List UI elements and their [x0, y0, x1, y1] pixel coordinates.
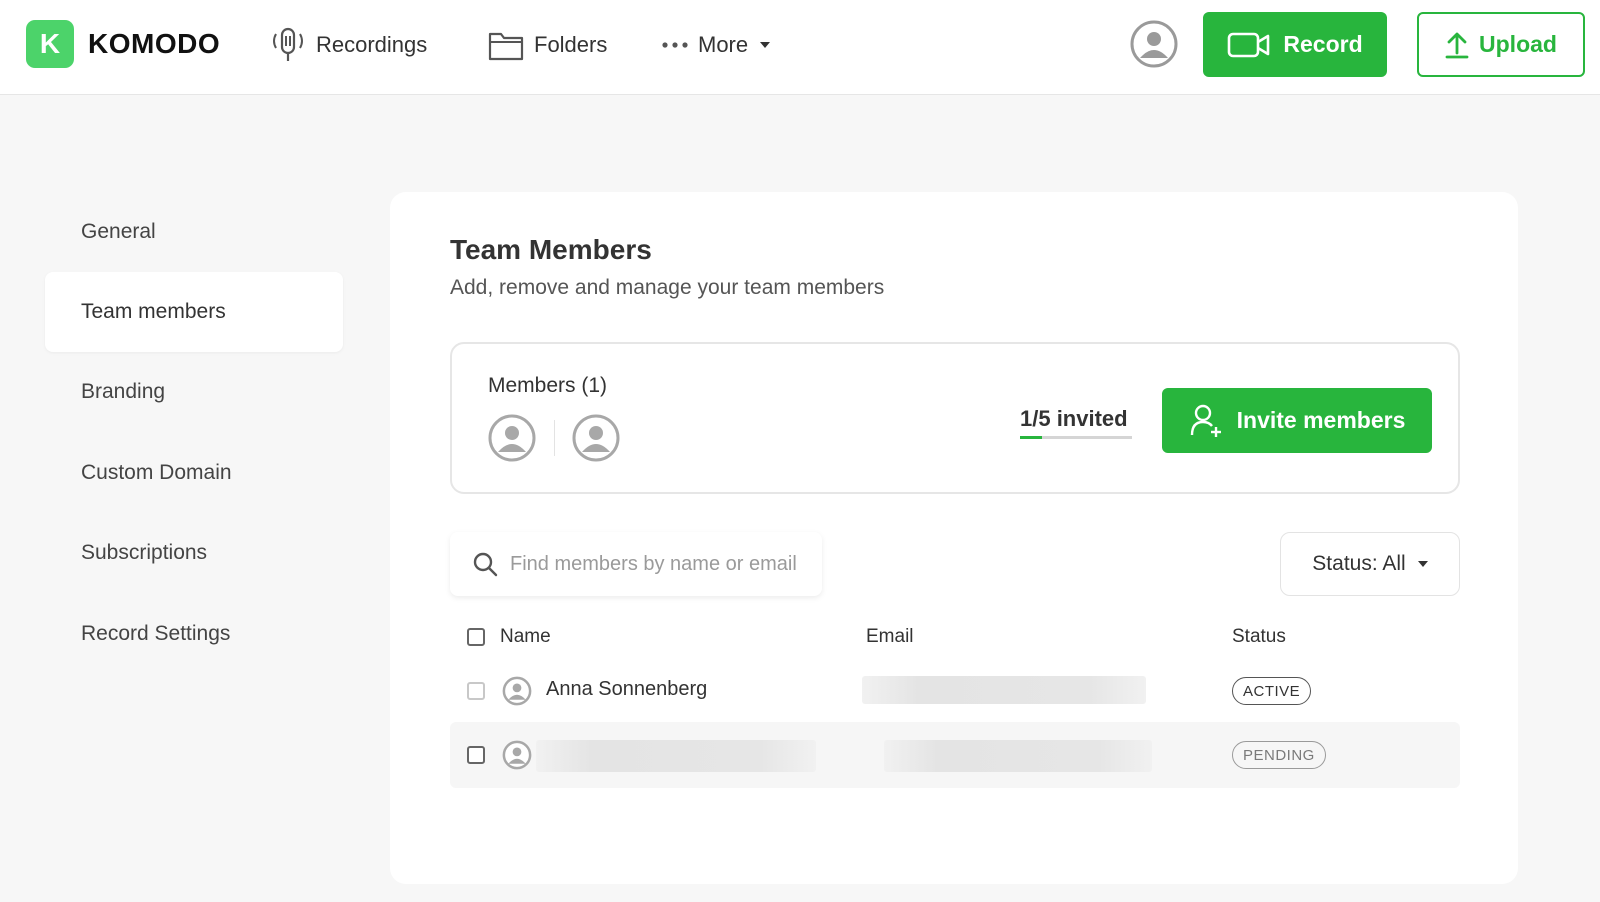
sidebar-item-label: Record Settings	[81, 622, 231, 645]
member-avatar-icon	[502, 740, 532, 770]
nav-more-label: More	[698, 32, 749, 57]
members-summary: Members (1) 1/5 invited Invite members	[450, 342, 1460, 494]
invited-progress-bar	[1020, 436, 1132, 439]
logo-mark[interactable]: K	[26, 20, 74, 68]
page-title: Team Members	[450, 234, 652, 265]
member-name: Anna Sonnenberg	[546, 678, 708, 700]
search-input[interactable]	[510, 552, 820, 576]
member-search[interactable]	[450, 532, 822, 596]
sidebar-item-label: Branding	[81, 380, 166, 403]
invite-members-button[interactable]: Invite members	[1162, 388, 1432, 453]
member-avatar-icon[interactable]	[488, 414, 536, 462]
search-icon	[473, 552, 498, 577]
user-avatar-icon[interactable]	[1130, 20, 1178, 68]
row-checkbox[interactable]	[467, 746, 485, 764]
avatar-divider	[554, 420, 555, 456]
column-header-email[interactable]: Email	[866, 626, 914, 648]
chevron-down-icon	[760, 42, 771, 48]
member-avatar-icon[interactable]	[572, 414, 620, 462]
top-bar: K KOMODO Recordings Folders More Record …	[0, 0, 1600, 95]
sidebar-item-label: Subscriptions	[81, 541, 208, 564]
nav-folders[interactable]: Folders	[488, 24, 607, 66]
sidebar-item-label: Team members	[81, 300, 226, 323]
add-user-icon	[1190, 404, 1221, 437]
column-header-name[interactable]: Name	[500, 626, 551, 648]
sidebar-item-subscriptions[interactable]: Subscriptions	[45, 513, 343, 593]
invited-count: 1/5 invited	[1020, 406, 1128, 431]
nav-recordings[interactable]: Recordings	[270, 24, 427, 66]
table-row[interactable]: Anna Sonnenberg ACTIVE	[450, 658, 1460, 724]
upload-icon	[1445, 32, 1469, 58]
status-filter-dropdown[interactable]: Status: All	[1280, 532, 1460, 596]
invited-progress-fill	[1020, 436, 1043, 439]
invite-members-label: Invite members	[1236, 407, 1406, 433]
column-header-status[interactable]: Status	[1232, 626, 1286, 648]
sidebar-item-custom-domain[interactable]: Custom Domain	[45, 433, 343, 513]
member-email-redacted	[862, 676, 1146, 704]
members-count-label: Members (1)	[488, 374, 608, 397]
upload-button[interactable]: Upload	[1417, 12, 1585, 77]
select-all-checkbox[interactable]	[467, 628, 485, 646]
row-checkbox[interactable]	[467, 682, 485, 700]
member-avatar-icon	[502, 676, 532, 706]
nav-folders-label: Folders	[534, 32, 608, 57]
record-button-label: Record	[1283, 31, 1363, 57]
logo-text[interactable]: KOMODO	[88, 28, 220, 60]
sidebar-item-general[interactable]: General	[45, 192, 343, 272]
nav-more[interactable]: More	[662, 24, 771, 66]
table-row[interactable]: PENDING	[450, 722, 1460, 788]
team-members-panel: Team Members Add, remove and manage your…	[390, 192, 1518, 884]
status-badge: ACTIVE	[1232, 677, 1312, 705]
member-name-redacted	[536, 740, 816, 772]
sidebar-item-record-settings[interactable]: Record Settings	[45, 594, 343, 674]
folder-icon	[488, 32, 524, 61]
status-filter-label: Status: All	[1312, 552, 1406, 575]
sidebar-item-label: Custom Domain	[81, 461, 232, 484]
status-badge: PENDING	[1232, 741, 1326, 769]
chevron-down-icon	[1417, 561, 1428, 567]
microphone-icon	[273, 27, 303, 61]
page-subtitle: Add, remove and manage your team members	[450, 276, 885, 299]
upload-button-label: Upload	[1479, 31, 1557, 57]
record-button[interactable]: Record	[1203, 12, 1387, 77]
sidebar-item-branding[interactable]: Branding	[45, 352, 343, 432]
sidebar-item-team-members[interactable]: Team members	[45, 272, 343, 352]
member-email-redacted	[884, 740, 1152, 772]
sidebar-item-label: General	[81, 220, 156, 243]
nav-recordings-label: Recordings	[316, 32, 428, 57]
video-camera-icon	[1228, 32, 1270, 57]
ellipsis-icon	[662, 42, 688, 48]
